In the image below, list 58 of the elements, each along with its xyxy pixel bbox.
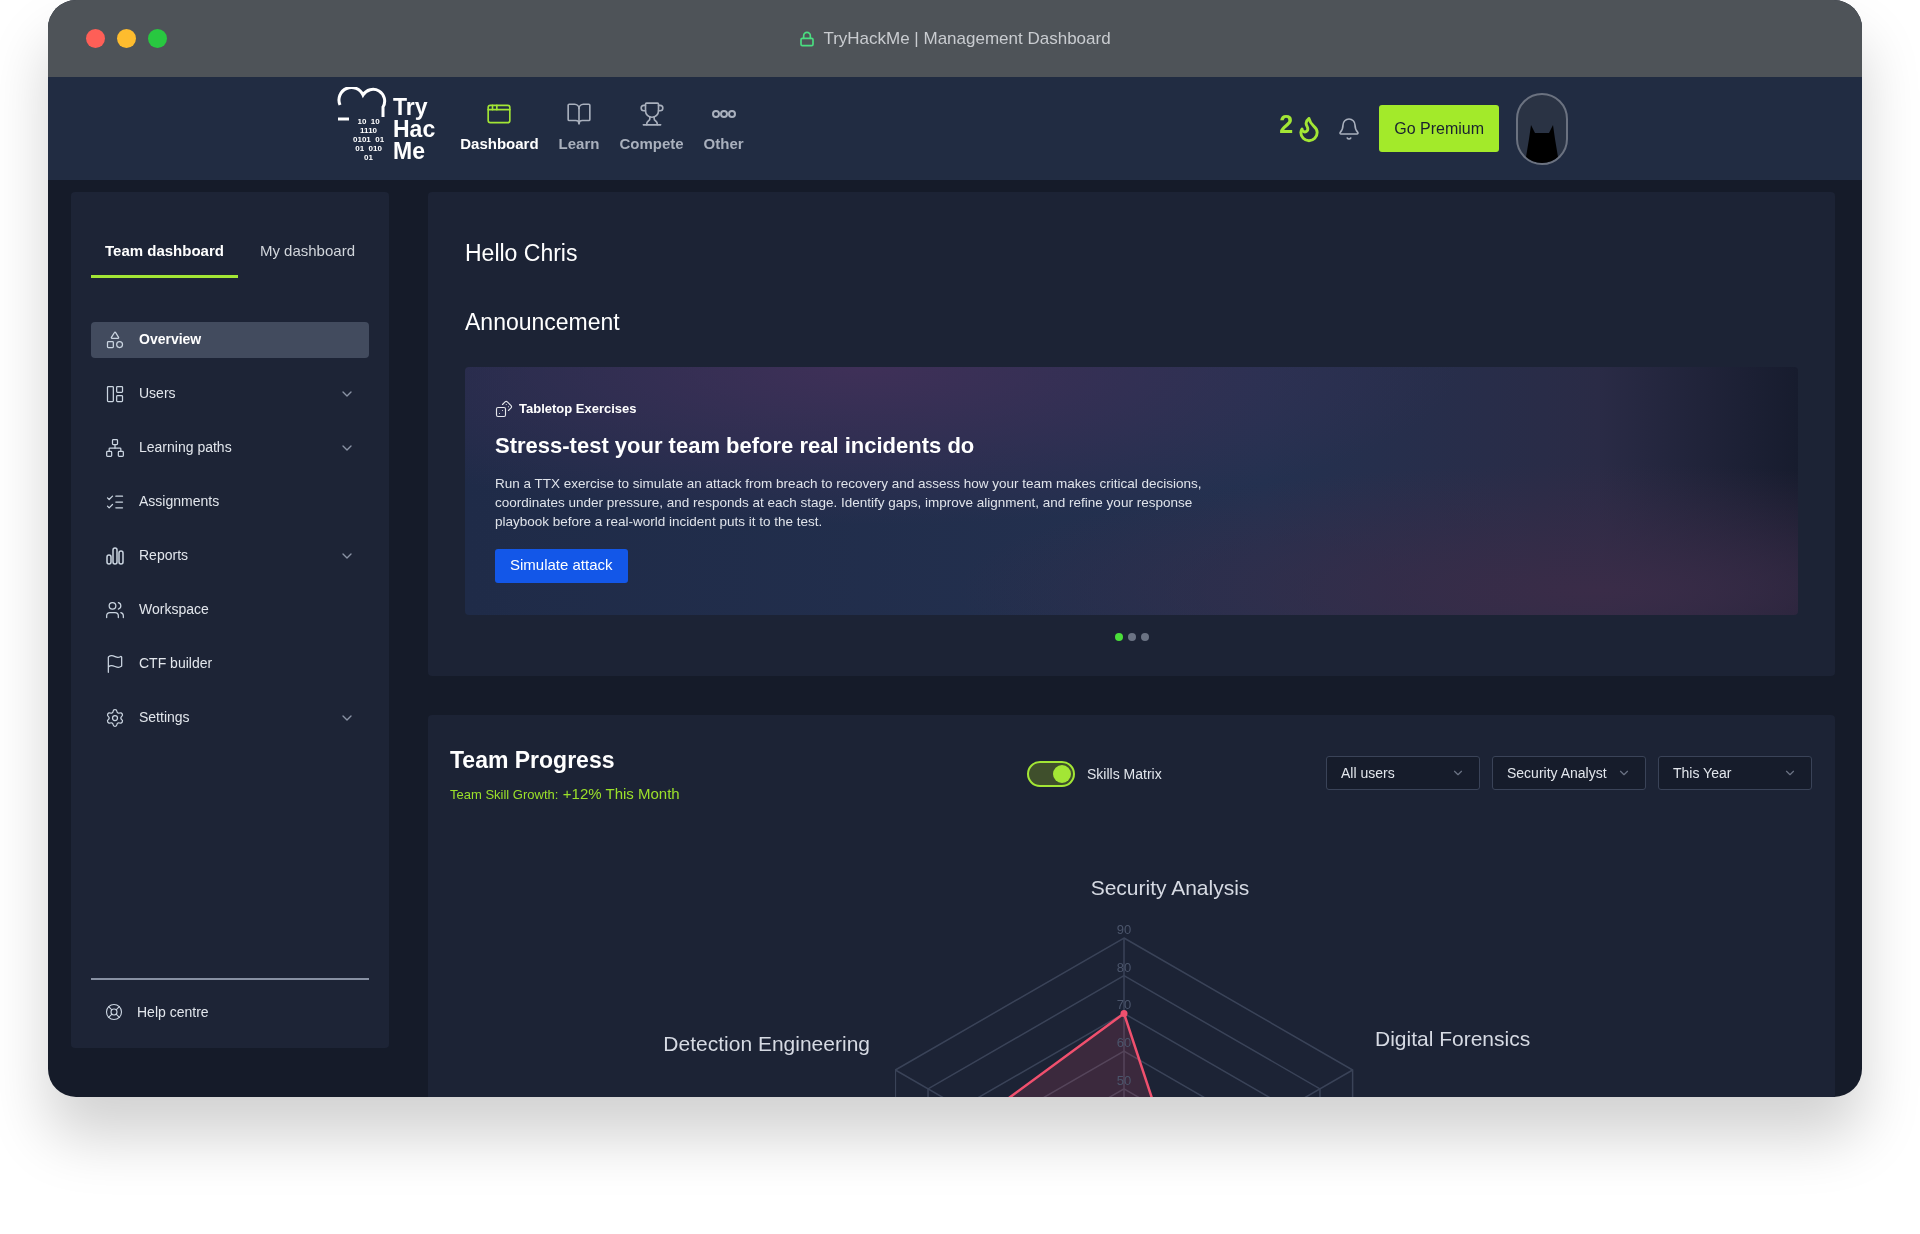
maximize-button[interactable] [148,29,167,48]
streak-count: 2 [1279,108,1294,140]
cloud-icon [337,86,389,121]
sidebar-item[interactable]: Settings [91,699,369,736]
section-heading: Announcement [465,307,621,337]
logo-digits: 01 [364,152,373,162]
banner-description: Run a TTX exercise to simulate an attack from breach to recovery and assess how your team makes critical decisions, coordinates under pressure, and responds at each stage. Identify gaps, improve alignment, and refine your response playbook before a real-world incident puts it to the test. [495,474,1203,531]
filter-dropdown[interactable]: All users [1326,756,1480,790]
toggle-label: Skills Matrix [1087,764,1162,784]
sidebar-item[interactable]: Workspace [91,591,369,628]
shapes-icon [105,329,125,350]
sidebar-item[interactable]: Reports [91,537,369,574]
go-premium-button[interactable]: Go Premium [1379,105,1499,152]
dashboard-tab[interactable]: Team dashboard [91,240,238,278]
logo-digits: 01 010 [355,143,382,153]
dashboard-tab[interactable]: My dashboard [245,240,369,278]
panel-title: Team Progress [450,746,616,775]
logo-digits: 1110 [360,125,378,135]
trophy-icon [638,101,665,128]
more-icon [710,110,737,119]
help-centre-link[interactable]: Help centre [91,1000,369,1024]
axis-label: Detection Engineering [662,1031,870,1057]
panels-icon [105,383,125,404]
nav-tab[interactable]: Learn [551,101,607,156]
sidebar-item[interactable]: Overview [91,321,369,358]
logo-digits: 10 10 [357,116,380,126]
banner-title: Stress-test your team before real incidents do [495,431,976,460]
lock-icon [799,30,816,47]
logo-digits: 0101 01 [353,134,385,144]
simulate-attack-button[interactable]: Simulate attack [495,548,628,583]
greeting: Hello Chris [465,239,579,268]
flag-icon [105,653,125,674]
window-title: TryHackMe | Management Dashboard [823,27,1111,50]
logo-text: Me [393,139,426,162]
nav-tab[interactable]: Dashboard [453,101,546,156]
settings-icon [105,707,125,728]
sidebar-item[interactable]: Users [91,375,369,412]
dice-icon [495,399,513,418]
filter-dropdown[interactable]: Security Analyst [1492,756,1646,790]
notification-bell-icon[interactable] [1337,116,1362,141]
nav-tab[interactable]: Compete [612,101,691,156]
filter-dropdown[interactable]: This Year [1658,756,1812,790]
skills-matrix-toggle[interactable] [1027,761,1075,787]
axis-label: Security Analysis [1089,875,1251,901]
axis-label: Digital Forensics [1375,1026,1531,1052]
nav-tab[interactable]: Other [696,101,751,156]
sidebar-item[interactable]: CTF builder [91,645,369,682]
sidebar-item[interactable]: Assignments [91,483,369,520]
skill-growth-text: Team Skill Growth: +12% This Month [450,783,680,804]
lifebuoy-icon [105,1003,123,1021]
hierarchy-icon [105,437,125,458]
close-button[interactable] [86,29,105,48]
sidebar-item[interactable]: Learning paths [91,429,369,466]
people-icon [105,599,125,620]
banner-tag: Tabletop Exercises [519,399,637,419]
minimize-button[interactable] [117,29,136,48]
bar-chart-icon [105,545,125,566]
avatar[interactable] [1516,92,1568,165]
